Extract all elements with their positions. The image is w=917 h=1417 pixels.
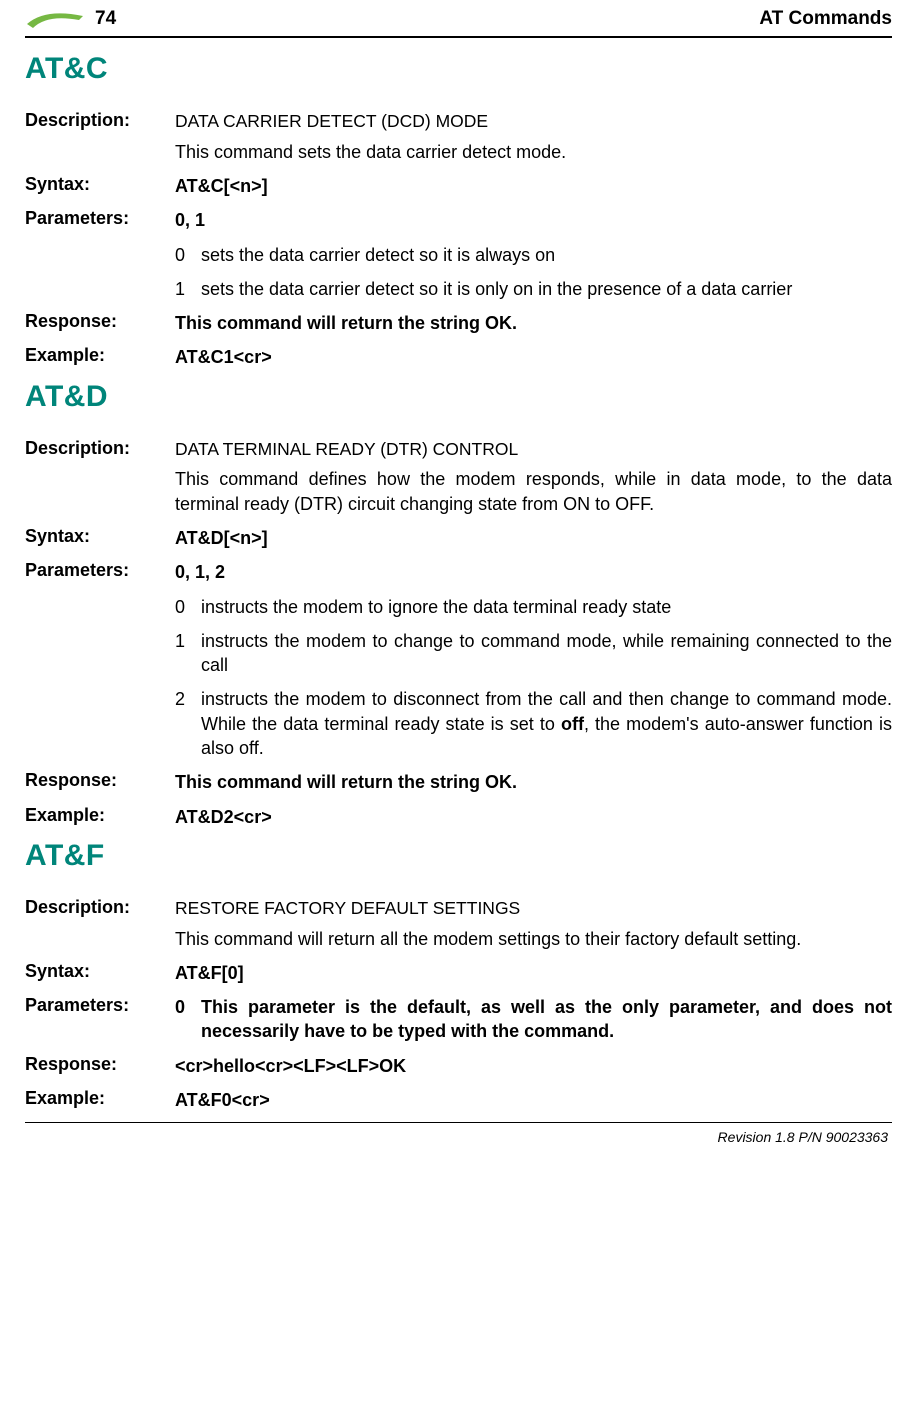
- footer-text: Revision 1.8 P/N 90023363: [25, 1129, 892, 1145]
- row-example: Example: AT&C1<cr>: [25, 345, 892, 369]
- label-response: Response:: [25, 770, 175, 794]
- command-title: AT&C: [25, 52, 892, 86]
- row-response: Response: This command will return the s…: [25, 770, 892, 794]
- row-description: Description: DATA CARRIER DETECT (DCD) M…: [25, 110, 892, 164]
- row-response: Response: This command will return the s…: [25, 311, 892, 335]
- command-title: AT&D: [25, 380, 892, 414]
- document-page: 74 AT Commands AT&C Description: DATA CA…: [0, 0, 917, 1160]
- label-description: Description:: [25, 110, 175, 164]
- section-atd: AT&D Description: DATA TERMINAL READY (D…: [25, 380, 892, 829]
- label-parameters: Parameters:: [25, 208, 175, 301]
- section-atc: AT&C Description: DATA CARRIER DETECT (D…: [25, 52, 892, 370]
- label-parameters: Parameters:: [25, 560, 175, 760]
- header-rule: [25, 36, 892, 38]
- content-example: AT&F0<cr>: [175, 1088, 892, 1112]
- parameter-key: 1: [175, 277, 201, 301]
- section-atf: AT&F Description: RESTORE FACTORY DEFAUL…: [25, 839, 892, 1112]
- parameter-key: 0: [175, 595, 201, 619]
- row-description: Description: RESTORE FACTORY DEFAULT SET…: [25, 897, 892, 951]
- label-syntax: Syntax:: [25, 961, 175, 985]
- description-caps: RESTORE FACTORY DEFAULT SETTINGS: [175, 897, 892, 921]
- parameter-item: 2 instructs the modem to disconnect from…: [175, 687, 892, 760]
- content-parameters: 0 This parameter is the default, as well…: [175, 995, 892, 1044]
- label-example: Example:: [25, 1088, 175, 1112]
- label-description: Description:: [25, 438, 175, 516]
- row-response: Response: <cr>hello<cr><LF><LF>OK: [25, 1054, 892, 1078]
- row-parameters: Parameters: 0, 1 0 sets the data carrier…: [25, 208, 892, 301]
- parameters-header: 0, 1, 2: [175, 560, 892, 584]
- row-syntax: Syntax: AT&D[<n>]: [25, 526, 892, 550]
- parameter-key: 1: [175, 629, 201, 678]
- parameter-item: 1 instructs the modem to change to comma…: [175, 629, 892, 678]
- label-example: Example:: [25, 345, 175, 369]
- parameter-text: sets the data carrier detect so it is al…: [201, 243, 892, 267]
- label-example: Example:: [25, 805, 175, 829]
- parameter-text: This parameter is the default, as well a…: [201, 995, 892, 1044]
- content-syntax: AT&F[0]: [175, 961, 892, 985]
- parameter-text: instructs the modem to ignore the data t…: [201, 595, 892, 619]
- row-syntax: Syntax: AT&C[<n>]: [25, 174, 892, 198]
- label-response: Response:: [25, 1054, 175, 1078]
- content-description: DATA CARRIER DETECT (DCD) MODE This comm…: [175, 110, 892, 164]
- content-response: This command will return the string OK.: [175, 770, 892, 794]
- content-description: DATA TERMINAL READY (DTR) CONTROL This c…: [175, 438, 892, 516]
- content-parameters: 0, 1 0 sets the data carrier detect so i…: [175, 208, 892, 301]
- parameter-key: 0: [175, 995, 201, 1044]
- parameter-text: sets the data carrier detect so it is on…: [201, 277, 892, 301]
- brand-swoosh-icon: [25, 10, 85, 30]
- footer-rule: [25, 1122, 892, 1123]
- row-example: Example: AT&D2<cr>: [25, 805, 892, 829]
- row-description: Description: DATA TERMINAL READY (DTR) C…: [25, 438, 892, 516]
- label-syntax: Syntax:: [25, 526, 175, 550]
- parameter-item: 1 sets the data carrier detect so it is …: [175, 277, 892, 301]
- page-header: 74 AT Commands: [25, 0, 892, 34]
- description-body: This command will return all the modem s…: [175, 927, 892, 951]
- parameter-text: instructs the modem to disconnect from t…: [201, 687, 892, 760]
- page-number: 74: [95, 8, 116, 30]
- description-caps: DATA TERMINAL READY (DTR) CONTROL: [175, 438, 892, 462]
- parameter-item: 0 This parameter is the default, as well…: [175, 995, 892, 1044]
- label-response: Response:: [25, 311, 175, 335]
- header-title: AT Commands: [759, 8, 892, 30]
- parameter-key: 2: [175, 687, 201, 760]
- content-example: AT&D2<cr>: [175, 805, 892, 829]
- content-syntax: AT&C[<n>]: [175, 174, 892, 198]
- description-body: This command sets the data carrier detec…: [175, 140, 892, 164]
- description-body: This command defines how the modem respo…: [175, 467, 892, 516]
- content-response: <cr>hello<cr><LF><LF>OK: [175, 1054, 892, 1078]
- label-parameters: Parameters:: [25, 995, 175, 1044]
- parameter-text: instructs the modem to change to command…: [201, 629, 892, 678]
- content-response: This command will return the string OK.: [175, 311, 892, 335]
- row-parameters: Parameters: 0, 1, 2 0 instructs the mode…: [25, 560, 892, 760]
- content-syntax: AT&D[<n>]: [175, 526, 892, 550]
- content-description: RESTORE FACTORY DEFAULT SETTINGS This co…: [175, 897, 892, 951]
- label-syntax: Syntax:: [25, 174, 175, 198]
- param2-bold: off: [561, 714, 584, 734]
- content-parameters: 0, 1, 2 0 instructs the modem to ignore …: [175, 560, 892, 760]
- parameter-item: 0 instructs the modem to ignore the data…: [175, 595, 892, 619]
- row-syntax: Syntax: AT&F[0]: [25, 961, 892, 985]
- row-example: Example: AT&F0<cr>: [25, 1088, 892, 1112]
- parameter-key: 0: [175, 243, 201, 267]
- parameters-header: 0, 1: [175, 208, 892, 232]
- row-parameters: Parameters: 0 This parameter is the defa…: [25, 995, 892, 1044]
- content-example: AT&C1<cr>: [175, 345, 892, 369]
- description-caps: DATA CARRIER DETECT (DCD) MODE: [175, 110, 892, 134]
- label-description: Description:: [25, 897, 175, 951]
- command-title: AT&F: [25, 839, 892, 873]
- parameter-item: 0 sets the data carrier detect so it is …: [175, 243, 892, 267]
